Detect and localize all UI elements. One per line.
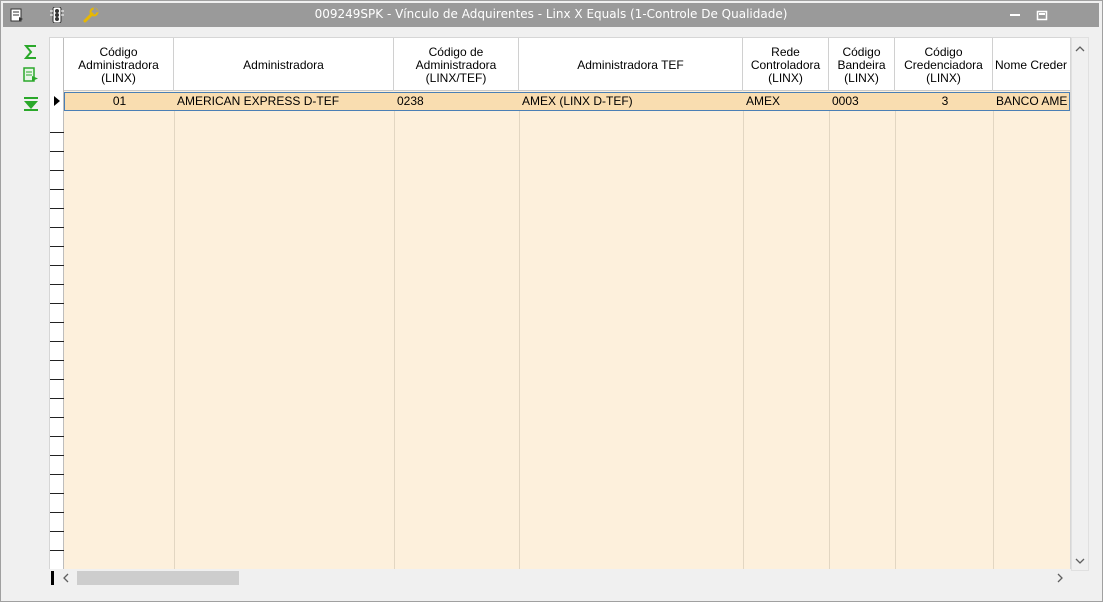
- column-header[interactable]: Administradora: [174, 38, 394, 91]
- row-indicator-tick: [50, 455, 64, 456]
- row-indicator-tick: [50, 246, 64, 247]
- horizontal-scrollbar[interactable]: [49, 569, 1071, 587]
- table-row[interactable]: 01 AMERICAN EXPRESS D-TEF 0238 AMEX (LIN…: [64, 92, 1070, 111]
- column-header[interactable]: Código Credenciadora (LINX): [895, 38, 993, 91]
- column-divider: [993, 92, 994, 570]
- column-header[interactable]: Código de Administradora (LINX/TEF): [394, 38, 519, 91]
- column-header[interactable]: Código Bandeira (LINX): [829, 38, 895, 91]
- row-indicator-tick: [50, 512, 64, 513]
- app-window: 009249SPK - Vínculo de Adquirentes - Lin…: [0, 0, 1103, 602]
- row-indicator-tick: [50, 265, 64, 266]
- column-divider: [519, 92, 520, 570]
- cell-codigo-bandeira[interactable]: 0003: [830, 93, 896, 110]
- row-indicator-tick: [50, 474, 64, 475]
- column-header[interactable]: Rede Controladora (LINX): [743, 38, 829, 91]
- row-indicator-tick: [50, 132, 64, 133]
- row-indicator-tick: [50, 322, 64, 323]
- column-divider: [829, 92, 830, 570]
- row-indicator-tick: [50, 170, 64, 171]
- row-indicator-tick: [50, 208, 64, 209]
- column-header[interactable]: Nome Creder: [993, 38, 1070, 91]
- filter-down-icon[interactable]: [21, 95, 41, 113]
- row-indicator-tick: [50, 379, 64, 380]
- cell-codigo-credenciadora[interactable]: 3: [896, 93, 994, 110]
- vertical-scrollbar[interactable]: [1071, 37, 1089, 571]
- row-indicator-tick: [50, 189, 64, 190]
- traffic-light-icon[interactable]: [49, 7, 65, 23]
- side-toolbar: [15, 39, 45, 119]
- column-header[interactable]: Administradora TEF: [519, 38, 743, 91]
- row-indicator-tick: [50, 303, 64, 304]
- data-grid[interactable]: Código Administradora (LINX) Administrad…: [49, 37, 1071, 571]
- row-indicator-tick: [50, 436, 64, 437]
- row-indicator-tick: [50, 227, 64, 228]
- scroll-left-icon[interactable]: [59, 571, 73, 585]
- column-header[interactable]: Código Administradora (LINX): [64, 38, 174, 91]
- cell-rede-controladora[interactable]: AMEX: [744, 93, 830, 110]
- row-indicator-tick: [50, 151, 64, 152]
- cell-nome-credenciadora[interactable]: BANCO AME: [994, 93, 1070, 110]
- grid-header: Código Administradora (LINX) Administrad…: [50, 38, 1070, 91]
- column-divider: [174, 92, 175, 570]
- wrench-icon[interactable]: [83, 7, 99, 23]
- column-divider: [394, 92, 395, 570]
- row-indicator-tick: [50, 341, 64, 342]
- column-divider: [895, 92, 896, 570]
- scroll-down-icon[interactable]: [1072, 554, 1088, 568]
- cell-administradora-tef[interactable]: AMEX (LINX D-TEF): [520, 93, 744, 110]
- sum-icon[interactable]: [21, 43, 41, 61]
- current-row-arrow-icon: [54, 96, 60, 106]
- title-bar: 009249SPK - Vínculo de Adquirentes - Lin…: [3, 3, 1099, 27]
- cell-administradora[interactable]: AMERICAN EXPRESS D-TEF: [175, 93, 395, 110]
- row-indicator-tick: [50, 360, 64, 361]
- form-icon[interactable]: [9, 7, 25, 23]
- cell-codigo-administradora-tef[interactable]: 0238: [395, 93, 520, 110]
- row-indicator-tick: [50, 493, 64, 494]
- scroll-origin-marker: [51, 571, 54, 585]
- cell-codigo-administradora[interactable]: 01: [65, 93, 174, 110]
- row-indicator-tick: [50, 531, 64, 532]
- minimize-icon[interactable]: [1008, 8, 1022, 21]
- window-title: 009249SPK - Vínculo de Adquirentes - Lin…: [314, 7, 788, 21]
- export-icon[interactable]: [21, 66, 41, 84]
- scroll-up-icon[interactable]: [1072, 42, 1088, 56]
- row-indicator-tick: [50, 284, 64, 285]
- restore-icon[interactable]: [1035, 8, 1049, 21]
- row-indicator-tick: [50, 398, 64, 399]
- horizontal-scroll-thumb[interactable]: [77, 571, 239, 585]
- column-divider: [743, 92, 744, 570]
- row-indicator-tick: [50, 417, 64, 418]
- row-indicator-column: [50, 38, 64, 570]
- row-indicator-tick: [50, 550, 64, 551]
- scroll-right-icon[interactable]: [1053, 571, 1067, 585]
